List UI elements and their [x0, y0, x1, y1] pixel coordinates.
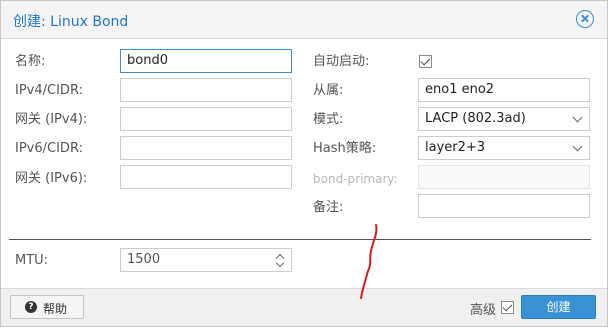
gateway-ipv6-input[interactable]	[120, 165, 292, 189]
comment-label: 备注:	[313, 200, 344, 215]
mode-select[interactable]: LACP (802.3ad)	[418, 107, 590, 131]
gateway-ipv4-input[interactable]	[120, 107, 292, 131]
bond-primary-input	[418, 165, 590, 189]
gateway-ipv6-label: 网关 (IPv6):	[15, 171, 88, 186]
mode-label: 模式:	[313, 112, 344, 127]
dialog-title-bar[interactable]: 创建: Linux Bond	[1, 1, 607, 39]
dialog-footer: ? 帮助 高级 创建	[1, 288, 607, 326]
ipv6-cidr-label: IPv6/CIDR:	[15, 141, 83, 156]
autostart-label: 自动启动:	[313, 54, 370, 69]
mtu-label: MTU:	[15, 253, 49, 268]
slaves-input[interactable]: eno1 eno2	[418, 78, 590, 102]
slaves-label: 从属:	[313, 83, 344, 98]
question-circle-icon: ?	[25, 301, 37, 313]
ipv4-cidr-input[interactable]	[120, 78, 292, 102]
bond-primary-label: bond-primary:	[313, 172, 398, 186]
hash-policy-label: Hash策略:	[313, 141, 377, 156]
spinner-arrows-icon[interactable]	[276, 253, 284, 267]
gateway-ipv4-label: 网关 (IPv4):	[15, 112, 88, 127]
comment-input[interactable]	[418, 194, 590, 218]
mtu-value: 1500	[127, 252, 161, 267]
ipv4-cidr-label: IPv4/CIDR:	[15, 83, 83, 98]
create-button[interactable]: 创建	[521, 295, 596, 319]
name-label: 名称:	[15, 54, 46, 69]
section-separator	[9, 239, 591, 240]
advanced-label: 高级	[470, 303, 497, 318]
help-button-label: 帮助	[43, 302, 68, 316]
create-linux-bond-dialog: 创建: Linux Bond 名称: bond0 IPv4/CIDR: 网关 (…	[0, 0, 608, 327]
ipv6-cidr-input[interactable]	[120, 136, 292, 160]
close-icon[interactable]	[576, 10, 594, 28]
autostart-checkbox[interactable]	[419, 55, 432, 68]
dialog-title: 创建: Linux Bond	[13, 14, 129, 30]
advanced-checkbox[interactable]	[501, 301, 514, 314]
help-button[interactable]: ? 帮助	[10, 295, 84, 319]
name-input[interactable]: bond0	[120, 49, 292, 73]
hash-policy-select[interactable]: layer2+3	[418, 136, 590, 160]
mtu-input[interactable]: 1500	[120, 248, 292, 272]
